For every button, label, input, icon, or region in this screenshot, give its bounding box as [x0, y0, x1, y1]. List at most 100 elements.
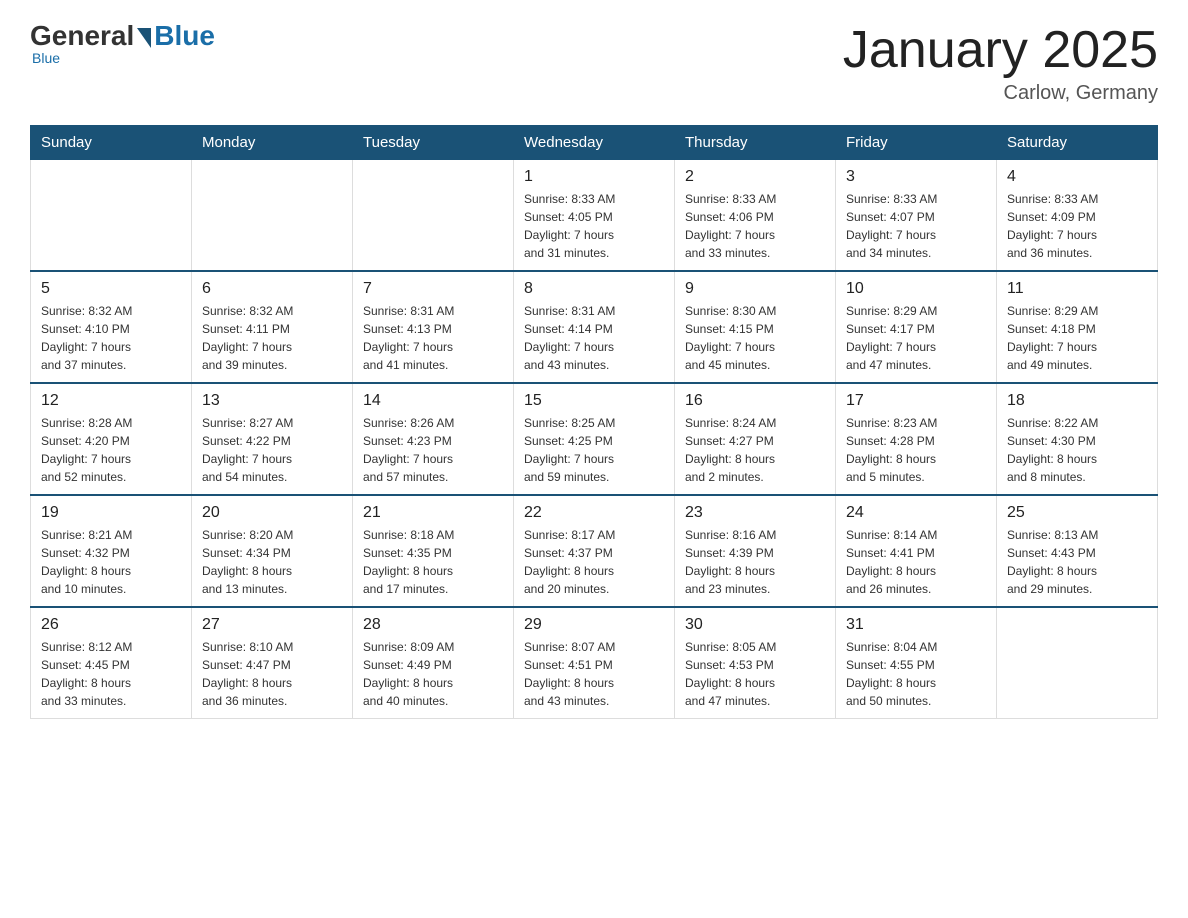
- calendar-cell: 16Sunrise: 8:24 AMSunset: 4:27 PMDayligh…: [675, 383, 836, 495]
- header-day-wednesday: Wednesday: [514, 126, 675, 160]
- day-number: 8: [524, 280, 664, 298]
- day-number: 30: [685, 616, 825, 634]
- calendar-cell: 11 Sunrise: 8:29 AMSunset: 4:18 PMDayligh…: [997, 271, 1158, 383]
- calendar-cell: [192, 160, 353, 272]
- header-day-thursday: Thursday: [675, 126, 836, 160]
- calendar-cell: [31, 160, 192, 272]
- header-row: SundayMondayTuesdayWednesdayThursdayFrid…: [31, 126, 1158, 160]
- calendar-cell: 12 Sunrise: 8:28 AMSunset: 4:20 PMDayligh…: [31, 383, 192, 495]
- day-number: 31: [846, 616, 986, 634]
- day-info: Sunrise: 8:04 AMSunset: 4:55 PMDaylight:…: [846, 638, 986, 710]
- title-section: January 2025 Carlow, Germany: [843, 20, 1158, 105]
- calendar-cell: 21 Sunrise: 8:18 AMSunset: 4:35 PMDayligh…: [353, 495, 514, 607]
- day-number: 13: [202, 392, 342, 410]
- day-info: Sunrise: 8:13 AMSunset: 4:43 PMDaylight:…: [1007, 526, 1147, 598]
- calendar-cell: 25 Sunrise: 8:13 AMSunset: 4:43 PMDayligh…: [997, 495, 1158, 607]
- day-info: Sunrise: 8:18 AMSunset: 4:35 PMDaylight:…: [363, 526, 503, 598]
- logo: General Blue Blue: [30, 20, 215, 66]
- day-info: Sunrise: 8:28 AMSunset: 4:20 PMDaylight:…: [41, 414, 181, 486]
- calendar-cell: 15Sunrise: 8:25 AMSunset: 4:25 PMDayligh…: [514, 383, 675, 495]
- day-number: 16: [685, 392, 825, 410]
- day-number: 4: [1007, 168, 1147, 186]
- day-info: Sunrise: 8:30 AMSunset: 4:15 PMDaylight:…: [685, 302, 825, 374]
- calendar-cell: 13 Sunrise: 8:27 AMSunset: 4:22 PMDayligh…: [192, 383, 353, 495]
- day-info: Sunrise: 8:16 AMSunset: 4:39 PMDaylight:…: [685, 526, 825, 598]
- header-day-monday: Monday: [192, 126, 353, 160]
- day-info: Sunrise: 8:07 AMSunset: 4:51 PMDaylight:…: [524, 638, 664, 710]
- day-number: 22: [524, 504, 664, 522]
- day-info: Sunrise: 8:32 AMSunset: 4:11 PMDaylight:…: [202, 302, 342, 374]
- day-number: 27: [202, 616, 342, 634]
- header-day-friday: Friday: [836, 126, 997, 160]
- day-info: Sunrise: 8:33 AMSunset: 4:09 PMDaylight:…: [1007, 190, 1147, 262]
- day-number: 19: [41, 504, 181, 522]
- day-info: Sunrise: 8:17 AMSunset: 4:37 PMDaylight:…: [524, 526, 664, 598]
- calendar-cell: 28 Sunrise: 8:09 AMSunset: 4:49 PMDayligh…: [353, 607, 514, 719]
- calendar-cell: 23 Sunrise: 8:16 AMSunset: 4:39 PMDayligh…: [675, 495, 836, 607]
- calendar-cell: 29 Sunrise: 8:07 AMSunset: 4:51 PMDayligh…: [514, 607, 675, 719]
- calendar-cell: 17Sunrise: 8:23 AMSunset: 4:28 PMDayligh…: [836, 383, 997, 495]
- day-info: Sunrise: 8:14 AMSunset: 4:41 PMDaylight:…: [846, 526, 986, 598]
- day-info: Sunrise: 8:31 AMSunset: 4:13 PMDaylight:…: [363, 302, 503, 374]
- day-number: 7: [363, 280, 503, 298]
- calendar-subtitle: Carlow, Germany: [843, 82, 1158, 105]
- day-number: 21: [363, 504, 503, 522]
- day-number: 14: [363, 392, 503, 410]
- week-row-1: 1Sunrise: 8:33 AMSunset: 4:05 PMDaylight…: [31, 160, 1158, 272]
- calendar-cell: 31 Sunrise: 8:04 AMSunset: 4:55 PMDayligh…: [836, 607, 997, 719]
- day-info: Sunrise: 8:22 AMSunset: 4:30 PMDaylight:…: [1007, 414, 1147, 486]
- day-number: 3: [846, 168, 986, 186]
- calendar-cell: 5Sunrise: 8:32 AMSunset: 4:10 PMDaylight…: [31, 271, 192, 383]
- calendar-cell: 9 Sunrise: 8:30 AMSunset: 4:15 PMDaylight…: [675, 271, 836, 383]
- calendar-cell: [353, 160, 514, 272]
- day-number: 20: [202, 504, 342, 522]
- week-row-3: 12 Sunrise: 8:28 AMSunset: 4:20 PMDayligh…: [31, 383, 1158, 495]
- logo-blue-underline: Blue: [32, 50, 60, 66]
- day-number: 11: [1007, 280, 1147, 298]
- calendar-cell: 3 Sunrise: 8:33 AMSunset: 4:07 PMDaylight…: [836, 160, 997, 272]
- day-info: Sunrise: 8:09 AMSunset: 4:49 PMDaylight:…: [363, 638, 503, 710]
- calendar-cell: 27 Sunrise: 8:10 AMSunset: 4:47 PMDayligh…: [192, 607, 353, 719]
- calendar-cell: 22 Sunrise: 8:17 AMSunset: 4:37 PMDayligh…: [514, 495, 675, 607]
- day-number: 25: [1007, 504, 1147, 522]
- day-number: 12: [41, 392, 181, 410]
- day-info: Sunrise: 8:12 AMSunset: 4:45 PMDaylight:…: [41, 638, 181, 710]
- day-number: 23: [685, 504, 825, 522]
- header-day-sunday: Sunday: [31, 126, 192, 160]
- day-number: 15: [524, 392, 664, 410]
- calendar-cell: 26 Sunrise: 8:12 AMSunset: 4:45 PMDayligh…: [31, 607, 192, 719]
- day-info: Sunrise: 8:29 AMSunset: 4:18 PMDaylight:…: [1007, 302, 1147, 374]
- day-info: Sunrise: 8:10 AMSunset: 4:47 PMDaylight:…: [202, 638, 342, 710]
- calendar-cell: 18 Sunrise: 8:22 AMSunset: 4:30 PMDayligh…: [997, 383, 1158, 495]
- calendar-cell: 8 Sunrise: 8:31 AMSunset: 4:14 PMDaylight…: [514, 271, 675, 383]
- logo-blue-text: Blue: [154, 20, 215, 52]
- day-number: 6: [202, 280, 342, 298]
- day-number: 5: [41, 280, 181, 298]
- day-number: 24: [846, 504, 986, 522]
- day-info: Sunrise: 8:29 AMSunset: 4:17 PMDaylight:…: [846, 302, 986, 374]
- calendar-cell: 19Sunrise: 8:21 AMSunset: 4:32 PMDayligh…: [31, 495, 192, 607]
- calendar-cell: 14 Sunrise: 8:26 AMSunset: 4:23 PMDayligh…: [353, 383, 514, 495]
- day-number: 2: [685, 168, 825, 186]
- calendar-cell: 4 Sunrise: 8:33 AMSunset: 4:09 PMDaylight…: [997, 160, 1158, 272]
- calendar-cell: 20Sunrise: 8:20 AMSunset: 4:34 PMDayligh…: [192, 495, 353, 607]
- week-row-2: 5Sunrise: 8:32 AMSunset: 4:10 PMDaylight…: [31, 271, 1158, 383]
- day-info: Sunrise: 8:31 AMSunset: 4:14 PMDaylight:…: [524, 302, 664, 374]
- day-number: 18: [1007, 392, 1147, 410]
- day-info: Sunrise: 8:33 AMSunset: 4:07 PMDaylight:…: [846, 190, 986, 262]
- calendar-cell: [997, 607, 1158, 719]
- day-number: 26: [41, 616, 181, 634]
- calendar-cell: 6 Sunrise: 8:32 AMSunset: 4:11 PMDaylight…: [192, 271, 353, 383]
- week-row-4: 19Sunrise: 8:21 AMSunset: 4:32 PMDayligh…: [31, 495, 1158, 607]
- calendar-table: SundayMondayTuesdayWednesdayThursdayFrid…: [30, 125, 1158, 719]
- day-number: 28: [363, 616, 503, 634]
- logo-general-text: General: [30, 20, 134, 52]
- header-day-saturday: Saturday: [997, 126, 1158, 160]
- calendar-cell: 2Sunrise: 8:33 AMSunset: 4:06 PMDaylight…: [675, 160, 836, 272]
- calendar-title: January 2025: [843, 20, 1158, 80]
- day-info: Sunrise: 8:26 AMSunset: 4:23 PMDaylight:…: [363, 414, 503, 486]
- logo-triangle-icon: [137, 28, 151, 48]
- day-info: Sunrise: 8:27 AMSunset: 4:22 PMDaylight:…: [202, 414, 342, 486]
- day-number: 29: [524, 616, 664, 634]
- day-number: 9: [685, 280, 825, 298]
